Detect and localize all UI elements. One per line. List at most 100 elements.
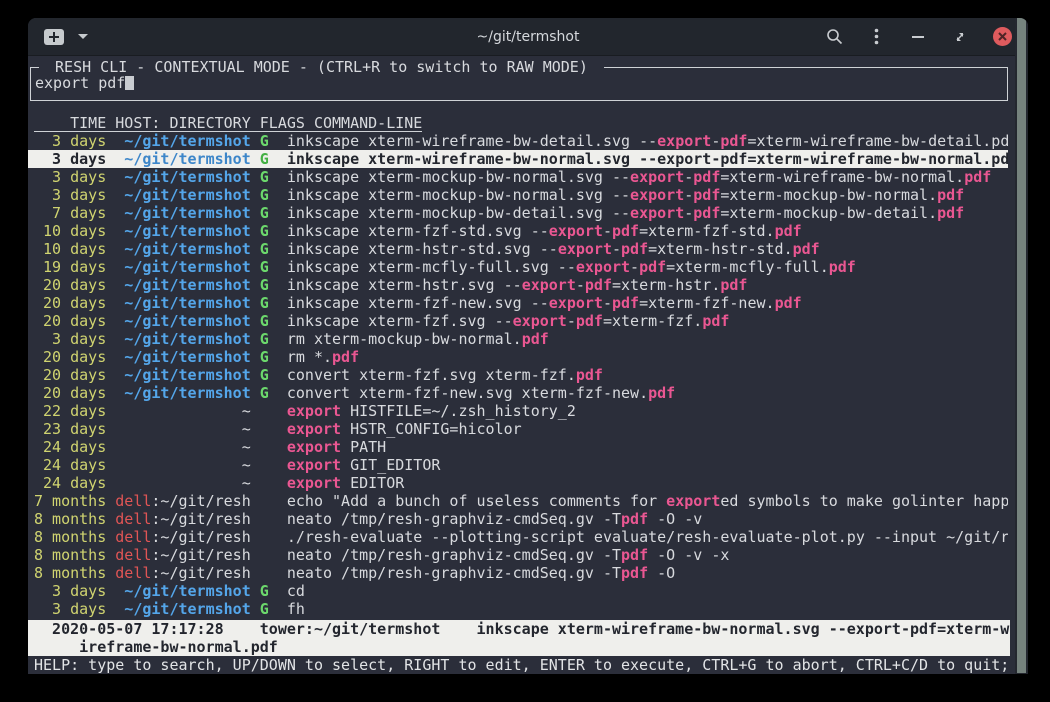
row-time: 7 days <box>34 204 106 222</box>
match-highlight: pdf <box>576 366 603 384</box>
row-time: 3 days <box>34 600 106 618</box>
row-command: rm *.pdf <box>287 348 359 366</box>
row-time: 24 days <box>34 456 106 474</box>
history-row[interactable]: 3 days ~/git/termshot G inkscape xterm-m… <box>28 186 1008 204</box>
match-highlight: export <box>287 438 341 456</box>
match-highlight: export <box>513 312 567 330</box>
match-highlight: export <box>287 420 341 438</box>
history-row[interactable]: 3 days ~/git/termshot G cd <box>28 582 1008 600</box>
row-flag <box>260 564 269 582</box>
match-highlight: pdf <box>621 510 648 528</box>
row-directory: ~/git/termshot <box>115 258 250 276</box>
row-flag <box>260 474 269 492</box>
row-command: echo "Add a bunch of useless comments fo… <box>287 492 1008 510</box>
match-highlight: pdf <box>522 330 549 348</box>
row-directory: ~/git/termshot <box>115 366 250 384</box>
row-command: inkscape xterm-wireframe-bw-normal.svg -… <box>287 150 1008 168</box>
row-directory: ~/git/termshot <box>115 186 250 204</box>
row-command: export PATH <box>287 438 386 456</box>
history-row[interactable]: 3 days ~/git/termshot G rm xterm-mockup-… <box>28 330 1008 348</box>
row-directory: ~/git/termshot <box>115 240 250 258</box>
search-input[interactable]: export pdf <box>31 74 1007 92</box>
match-highlight: export <box>657 132 711 150</box>
match-highlight: pdf <box>693 168 720 186</box>
search-icon[interactable] <box>825 28 843 46</box>
match-highlight: pdf <box>612 222 639 240</box>
match-highlight: pdf <box>332 348 359 366</box>
titlebar: ~/git/termshot <box>28 18 1028 56</box>
terminal-content: RESH CLI - CONTEXTUAL MODE - (CTRL+R to … <box>28 56 1028 674</box>
row-flag: G <box>260 582 269 600</box>
history-row[interactable]: 20 days ~/git/termshot G convert xterm-f… <box>28 366 1008 384</box>
scrollbar-track[interactable] <box>1015 18 1028 674</box>
row-time: 10 days <box>34 240 106 258</box>
history-row[interactable]: 20 days ~/git/termshot G convert xterm-f… <box>28 384 1008 402</box>
match-highlight: pdf <box>621 240 648 258</box>
history-row[interactable]: 3 days ~/git/termshot G fh <box>28 600 1008 618</box>
restore-icon[interactable] <box>951 28 969 46</box>
row-command: convert xterm-fzf.svg xterm-fzf.pdf <box>287 366 603 384</box>
history-row[interactable]: 3 days ~/git/termshot G inkscape xterm-w… <box>28 150 1008 168</box>
match-highlight: export <box>287 474 341 492</box>
history-row[interactable]: 24 days ~ export PATH <box>28 438 1008 456</box>
close-icon[interactable] <box>993 27 1012 46</box>
row-directory: ~ <box>115 438 250 456</box>
row-flag: G <box>260 600 269 618</box>
match-highlight: export <box>558 240 612 258</box>
history-row[interactable]: 24 days ~ export EDITOR <box>28 474 1008 492</box>
match-highlight: pdf <box>937 186 964 204</box>
match-highlight: export <box>549 294 603 312</box>
menu-kebab-icon[interactable] <box>867 28 885 46</box>
match-highlight: pdf <box>621 546 648 564</box>
row-directory: :~/git/resh <box>151 546 250 564</box>
text-cursor <box>125 75 134 90</box>
resh-mode-legend: RESH CLI - CONTEXTUAL MODE - (CTRL+R to … <box>39 58 604 76</box>
history-row[interactable]: 24 days ~ export GIT_EDITOR <box>28 456 1008 474</box>
history-row[interactable]: 3 days ~/git/termshot G inkscape xterm-w… <box>28 132 1008 150</box>
row-time: 8 months <box>34 528 106 546</box>
match-highlight: export <box>630 204 684 222</box>
history-row[interactable]: 7 days ~/git/termshot G inkscape xterm-m… <box>28 204 1008 222</box>
row-flag: G <box>260 150 269 168</box>
history-row[interactable]: 23 days ~ export HSTR_CONFIG=hicolor <box>28 420 1008 438</box>
history-row[interactable]: 7 months dell:~/git/resh echo "Add a bun… <box>28 492 1008 510</box>
history-row[interactable]: 20 days ~/git/termshot G inkscape xterm-… <box>28 276 1008 294</box>
row-flag: G <box>260 186 269 204</box>
match-highlight: pdf <box>720 150 747 168</box>
row-hostname: dell <box>115 546 151 564</box>
row-directory: :~/git/resh <box>151 564 250 582</box>
row-time: 3 days <box>34 150 106 168</box>
row-flag: G <box>260 384 269 402</box>
row-hostname: dell <box>115 492 151 510</box>
row-command: inkscape xterm-mockup-bw-normal.svg --ex… <box>287 186 964 204</box>
row-command: neato /tmp/resh-graphviz-cmdSeq.gv -Tpdf… <box>287 564 675 582</box>
row-time: 20 days <box>34 276 106 294</box>
row-command: inkscape xterm-wireframe-bw-detail.svg -… <box>287 132 1008 150</box>
minimize-icon[interactable] <box>909 28 927 46</box>
scrollbar-thumb[interactable] <box>1017 18 1026 673</box>
history-row[interactable]: 10 days ~/git/termshot G inkscape xterm-… <box>28 222 1008 240</box>
row-command: neato /tmp/resh-graphviz-cmdSeq.gv -Tpdf… <box>287 546 730 564</box>
history-row[interactable]: 20 days ~/git/termshot G rm *.pdf <box>28 348 1008 366</box>
history-row[interactable]: 19 days ~/git/termshot G inkscape xterm-… <box>28 258 1008 276</box>
history-row[interactable]: 3 days ~/git/termshot G inkscape xterm-m… <box>28 168 1008 186</box>
history-row[interactable]: 20 days ~/git/termshot G inkscape xterm-… <box>28 312 1008 330</box>
row-time: 20 days <box>34 312 106 330</box>
history-row[interactable]: 8 months dell:~/git/resh neato /tmp/resh… <box>28 510 1008 528</box>
history-row[interactable]: 10 days ~/git/termshot G inkscape xterm-… <box>28 240 1008 258</box>
row-time: 8 months <box>34 564 106 582</box>
history-row[interactable]: 8 months dell:~/git/resh ./resh-evaluate… <box>28 528 1008 546</box>
row-command: inkscape xterm-mcfly-full.svg --export-p… <box>287 258 856 276</box>
row-command: export GIT_EDITOR <box>287 456 441 474</box>
history-row[interactable]: 8 months dell:~/git/resh neato /tmp/resh… <box>28 546 1008 564</box>
row-directory: ~ <box>115 474 250 492</box>
history-row[interactable]: 22 days ~ export HISTFILE=~/.zsh_history… <box>28 402 1008 420</box>
history-row[interactable]: 8 months dell:~/git/resh neato /tmp/resh… <box>28 564 1008 582</box>
match-highlight: pdf <box>693 204 720 222</box>
row-flag: G <box>260 132 269 150</box>
history-header: TIME HOST: DIRECTORY FLAGS COMMAND-LINE <box>28 114 1028 132</box>
row-time: 3 days <box>34 132 106 150</box>
row-flag: G <box>260 240 269 258</box>
history-row[interactable]: 20 days ~/git/termshot G inkscape xterm-… <box>28 294 1008 312</box>
row-flag <box>260 438 269 456</box>
